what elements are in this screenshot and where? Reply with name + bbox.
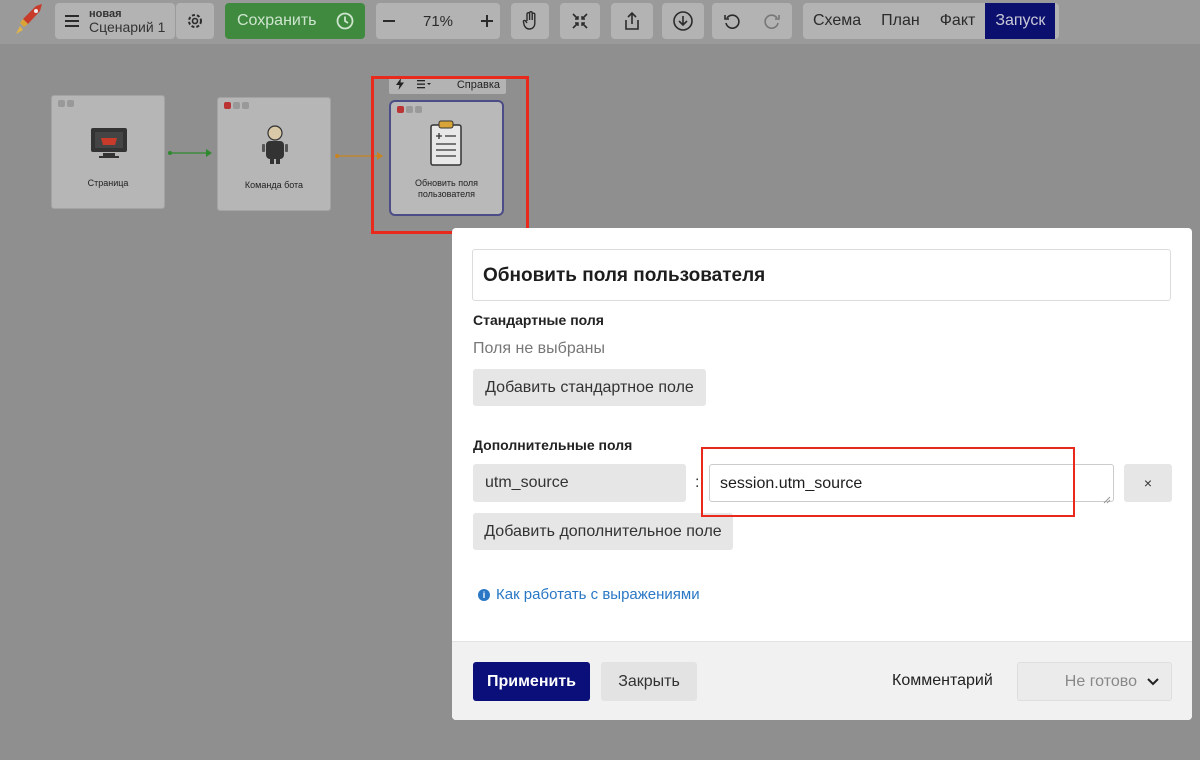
robot-icon <box>261 125 289 170</box>
standard-fields-label: Стандартные поля <box>473 312 604 328</box>
key-value-separator: : <box>695 474 700 491</box>
expressions-help-text: Как работать с выражениями <box>496 586 700 603</box>
no-fields-text: Поля не выбраны <box>473 340 605 357</box>
node-badges <box>224 102 249 109</box>
comment-button[interactable]: Комментарий <box>892 672 993 690</box>
node-label: Команда бота <box>244 180 304 190</box>
extra-field-key-input[interactable]: utm_source <box>473 464 686 502</box>
info-icon: i <box>478 588 490 601</box>
apply-button[interactable]: Применить <box>473 662 590 701</box>
user-badge-icon <box>233 102 240 109</box>
status-select[interactable]: Не готово <box>1017 662 1172 701</box>
doc-badge-icon <box>242 102 249 109</box>
add-standard-field-button[interactable]: Добавить стандартное поле <box>473 369 706 406</box>
user-badge-icon <box>67 100 74 107</box>
highlight-selected-node <box>371 76 529 234</box>
monitor-basket-icon <box>89 126 129 165</box>
remove-extra-field-button[interactable]: × <box>1124 464 1172 502</box>
chat-badge-icon <box>224 102 231 109</box>
node-badges <box>58 100 74 107</box>
highlight-value-field <box>701 447 1075 517</box>
resize-grip-icon[interactable] <box>1103 491 1111 504</box>
node-label: Страница <box>87 178 129 188</box>
dialog-title-input[interactable]: Обновить поля пользователя <box>472 249 1171 301</box>
add-extra-field-button[interactable]: Добавить дополнительное поле <box>473 513 733 550</box>
node-page[interactable]: Страница <box>51 95 165 209</box>
node-bot-command[interactable]: Команда бота <box>217 97 331 211</box>
chevron-down-icon <box>1147 673 1159 691</box>
doc-badge-icon <box>58 100 65 107</box>
extra-fields-label: Дополнительные поля <box>473 437 633 453</box>
expressions-help-link[interactable]: i Как работать с выражениями <box>478 586 700 603</box>
status-value: Не готово <box>1064 672 1137 690</box>
dialog-footer: Применить Закрыть Комментарий Не готово <box>452 641 1192 720</box>
close-button[interactable]: Закрыть <box>601 662 697 701</box>
